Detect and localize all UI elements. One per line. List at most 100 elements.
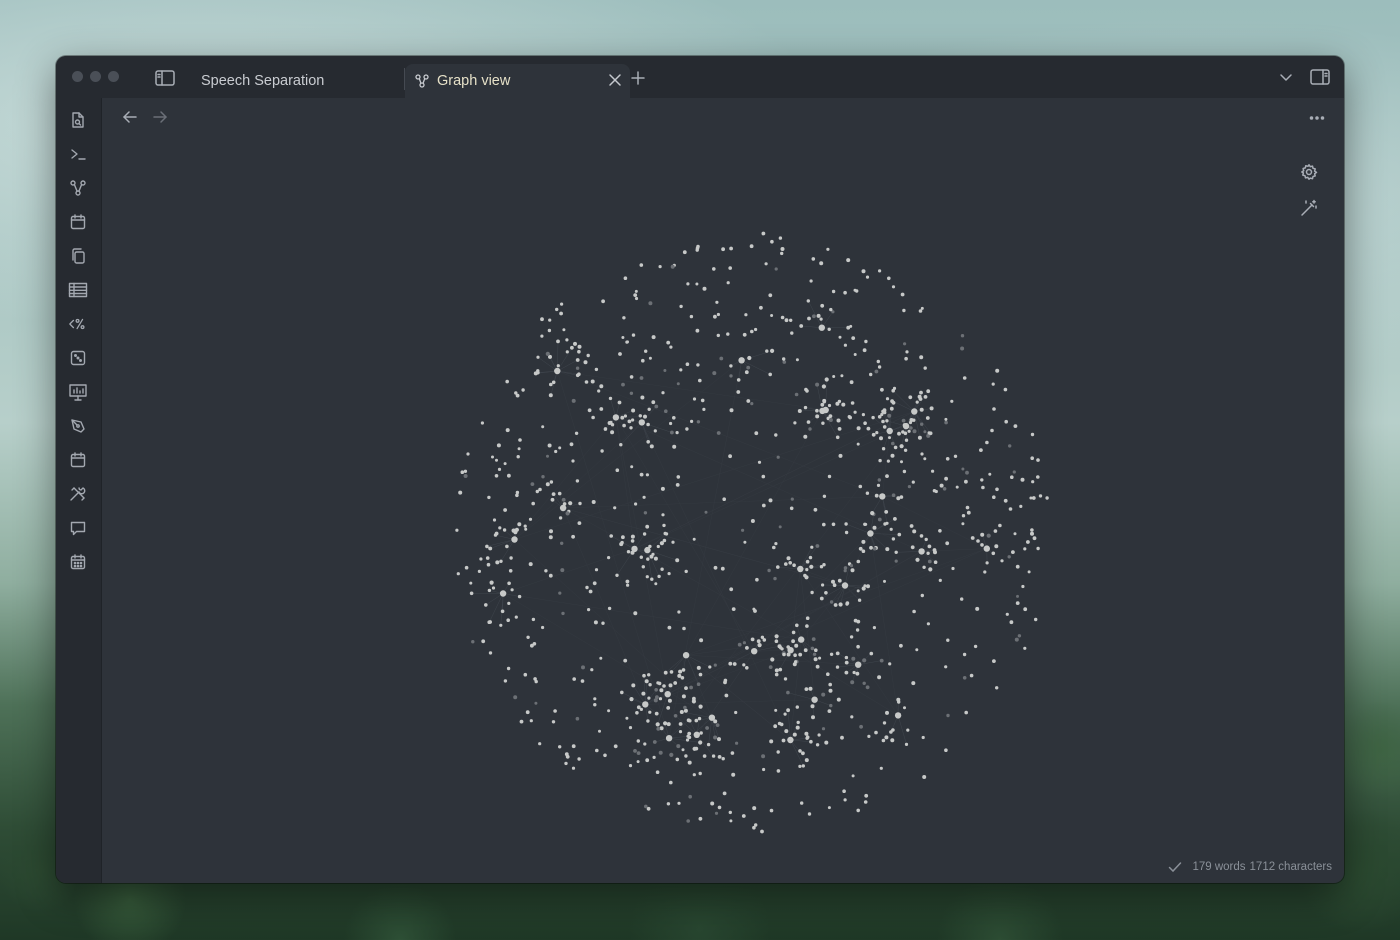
graph-node[interactable] (879, 436, 883, 441)
graph-node[interactable] (696, 665, 701, 670)
graph-node[interactable] (796, 720, 800, 725)
graph-node[interactable] (622, 316, 626, 320)
graph-node[interactable] (756, 639, 761, 644)
graph-node[interactable] (464, 565, 469, 570)
graph-node[interactable] (819, 317, 823, 321)
graph-node[interactable] (734, 710, 738, 715)
graph-node[interactable] (645, 473, 650, 477)
graph-node[interactable] (1015, 601, 1020, 605)
graph-node[interactable] (865, 685, 870, 690)
graph-node[interactable] (532, 642, 537, 646)
graph-node[interactable] (926, 551, 930, 555)
graph-node[interactable] (673, 714, 678, 718)
graph-node[interactable] (850, 680, 855, 685)
graph-node[interactable] (663, 531, 667, 536)
graph-node[interactable] (899, 643, 903, 648)
graph-node[interactable] (752, 825, 756, 830)
graph-node[interactable] (966, 510, 971, 515)
graph-node[interactable] (1014, 637, 1019, 642)
graph-node[interactable] (1023, 547, 1027, 551)
graph-node[interactable] (551, 492, 556, 496)
copy-icon[interactable] (68, 246, 88, 266)
graph-node[interactable] (646, 719, 650, 723)
graph-node[interactable] (815, 382, 820, 387)
graph-node[interactable] (853, 410, 857, 414)
graph-node[interactable] (620, 690, 624, 695)
graph-node[interactable] (565, 338, 569, 342)
graph-node[interactable] (650, 577, 654, 581)
graph-node[interactable] (828, 418, 833, 422)
graph-node[interactable] (643, 742, 647, 746)
graph-node[interactable] (575, 373, 580, 378)
forward-arrow-icon[interactable] (150, 107, 170, 127)
graph-node[interactable] (934, 489, 938, 494)
graph-node[interactable] (658, 265, 662, 269)
graph-node[interactable] (853, 353, 857, 356)
graph-node[interactable] (856, 619, 861, 624)
graph-node[interactable] (698, 704, 703, 709)
graph-node[interactable] (502, 528, 507, 532)
graph-node[interactable] (773, 724, 778, 729)
graph-node[interactable] (882, 408, 887, 413)
graph-node[interactable] (774, 639, 779, 643)
graph-hub-node[interactable] (751, 648, 758, 655)
graph-node[interactable] (921, 735, 925, 740)
graph-node[interactable] (728, 266, 732, 270)
graph-node[interactable] (523, 524, 527, 528)
graph-node[interactable] (809, 564, 814, 569)
graph-node[interactable] (508, 569, 513, 573)
graph-node[interactable] (593, 703, 597, 707)
graph-node[interactable] (685, 362, 690, 367)
graph-node[interactable] (561, 611, 565, 616)
graph-node[interactable] (716, 312, 721, 317)
graph-node[interactable] (819, 261, 824, 266)
graph-node[interactable] (575, 366, 580, 370)
graph-node[interactable] (1008, 444, 1012, 448)
graph-node[interactable] (869, 545, 873, 550)
graph-node[interactable] (698, 771, 702, 776)
graph-node[interactable] (639, 263, 644, 267)
graph-hub-node[interactable] (682, 652, 690, 659)
graph-node[interactable] (517, 522, 522, 527)
graph-node[interactable] (728, 454, 732, 459)
graph-node[interactable] (730, 751, 735, 755)
graph-node[interactable] (642, 532, 647, 536)
graph-node[interactable] (558, 516, 563, 520)
graph-node[interactable] (891, 728, 895, 732)
graph-node[interactable] (776, 769, 781, 773)
graph-node[interactable] (623, 658, 628, 663)
graph-node[interactable] (807, 316, 811, 321)
graph-node[interactable] (841, 402, 846, 407)
graph-node[interactable] (546, 454, 549, 458)
graph-node[interactable] (622, 423, 626, 428)
graph-node[interactable] (594, 367, 599, 372)
graph-node[interactable] (540, 334, 544, 338)
graph-node[interactable] (679, 368, 683, 372)
graph-node[interactable] (1030, 528, 1034, 532)
graph-node[interactable] (493, 533, 498, 537)
graph-node[interactable] (755, 577, 759, 582)
graph-node[interactable] (729, 246, 733, 251)
graph-hub-node[interactable] (708, 714, 716, 721)
graph-node[interactable] (656, 681, 660, 685)
graph-node[interactable] (1000, 559, 1004, 563)
graph-node[interactable] (872, 525, 877, 530)
graph-node[interactable] (821, 384, 827, 389)
graph-node[interactable] (667, 625, 672, 630)
graph-node[interactable] (750, 402, 754, 406)
sidebar-toggle-icon[interactable] (154, 68, 176, 88)
graph-node[interactable] (811, 715, 815, 720)
graph-node[interactable] (692, 696, 696, 701)
graph-node[interactable] (894, 559, 898, 563)
graph-node[interactable] (866, 584, 870, 589)
graph-node[interactable] (843, 290, 847, 295)
graph-hub-node[interactable] (559, 504, 567, 512)
graph-node[interactable] (909, 418, 914, 422)
graph-node[interactable] (994, 544, 999, 549)
graph-node[interactable] (890, 453, 895, 458)
graph-node[interactable] (571, 398, 576, 403)
graph-hub-node[interactable] (886, 427, 893, 435)
graph-node[interactable] (911, 681, 916, 686)
graph-hub-node[interactable] (554, 367, 561, 375)
graph-node[interactable] (545, 482, 550, 487)
